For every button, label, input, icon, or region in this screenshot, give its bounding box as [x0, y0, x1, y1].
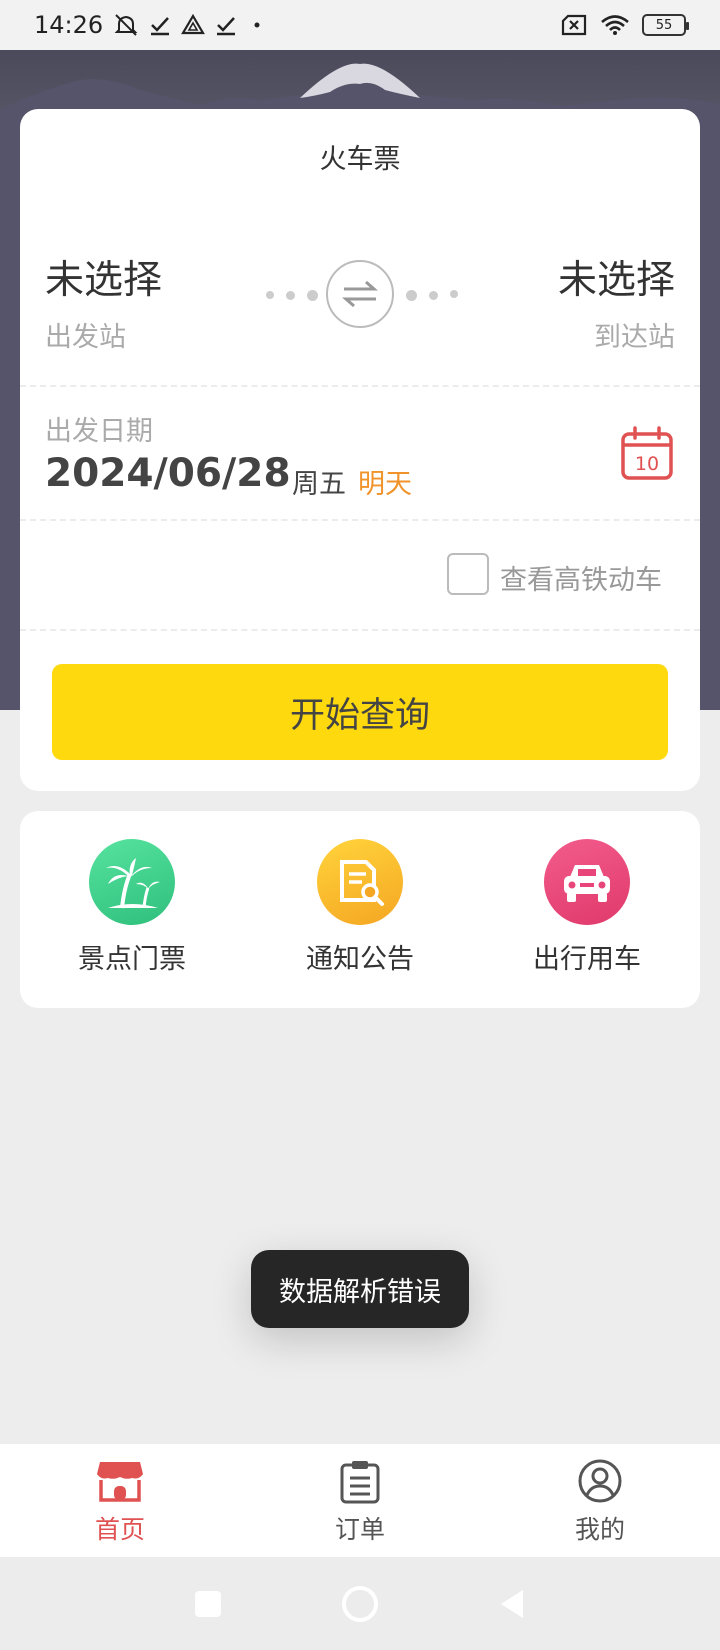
system-nav-bar	[0, 1557, 720, 1650]
search-button[interactable]: 开始查询	[52, 664, 668, 760]
service-notices[interactable]: 通知公告	[280, 839, 440, 976]
tab-orders[interactable]: 订单	[240, 1444, 480, 1557]
home-button[interactable]	[341, 1585, 379, 1623]
services-card: 景点门票 通知公告 出行用车	[20, 811, 700, 1008]
document-search-icon	[317, 839, 403, 925]
error-toast: 数据解析错误	[251, 1250, 469, 1328]
relative-day: 明天	[358, 469, 412, 500]
train-ticket-card: 火车票 未选择 出发站 未选择 到达站 出发日期 2024/06/28 周五 明…	[20, 109, 700, 791]
to-station-label: 到达站	[594, 322, 675, 353]
user-icon	[578, 1459, 622, 1503]
shop-icon	[97, 1462, 143, 1502]
check-icon	[217, 17, 236, 36]
highspeed-label[interactable]: 查看高铁动车	[500, 558, 662, 597]
status-time: 14:26	[34, 11, 104, 39]
bottom-tab-bar: 首页 订单 我的	[0, 1444, 720, 1557]
swap-icon	[342, 280, 378, 308]
to-station[interactable]: 未选择	[558, 249, 675, 305]
calendar-icon[interactable]: 10	[620, 425, 674, 481]
calendar-day: 10	[635, 453, 659, 475]
tab-label: 订单	[334, 1515, 385, 1544]
service-label: 通知公告	[306, 944, 414, 975]
battery-level: 55	[655, 17, 673, 33]
battery-icon: 55	[642, 14, 689, 36]
date-label: 出发日期	[45, 416, 153, 447]
service-label: 出行用车	[533, 944, 641, 975]
sim-off-icon	[561, 14, 587, 36]
dot-icon	[254, 22, 260, 28]
clipboard-icon	[340, 1461, 380, 1504]
service-car-hire[interactable]: 出行用车	[507, 839, 667, 976]
divider	[20, 519, 700, 521]
back-button[interactable]	[497, 1587, 527, 1621]
service-label: 景点门票	[78, 944, 186, 975]
date-value[interactable]: 2024/06/28	[45, 451, 291, 496]
divider	[20, 629, 700, 631]
palm-tree-icon	[89, 839, 175, 925]
swap-stations-button[interactable]	[326, 260, 394, 328]
dots-right	[406, 290, 458, 301]
car-icon	[544, 839, 630, 925]
dots-left	[266, 290, 318, 301]
drive-icon	[181, 14, 206, 35]
from-station-label: 出发站	[45, 322, 126, 353]
tab-home[interactable]: 首页	[0, 1444, 240, 1557]
status-bar: 14:26 55	[0, 0, 720, 50]
card-title: 火车票	[319, 144, 401, 175]
highspeed-checkbox[interactable]	[447, 553, 489, 595]
from-station[interactable]: 未选择	[45, 249, 162, 305]
wifi-icon	[601, 15, 629, 35]
tab-label: 首页	[94, 1515, 145, 1544]
tab-profile[interactable]: 我的	[480, 1444, 720, 1557]
recents-button[interactable]	[193, 1589, 223, 1619]
weekday: 周五	[292, 469, 346, 500]
mute-icon	[114, 14, 138, 36]
divider	[20, 385, 700, 387]
tab-label: 我的	[574, 1515, 625, 1544]
service-attraction-tickets[interactable]: 景点门票	[52, 839, 212, 976]
check-icon	[151, 17, 170, 36]
